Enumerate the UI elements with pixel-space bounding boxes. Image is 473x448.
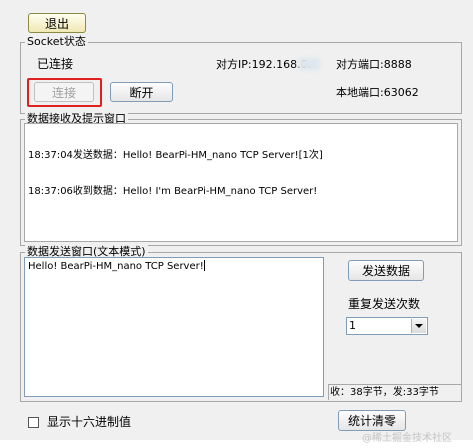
byte-stats: 收：38字节，发:33字节 xyxy=(330,387,439,398)
remote-ip-label: 对方IP:192.168.0. xyxy=(216,58,312,71)
repeat-count-label: 重复发送次数 xyxy=(348,297,421,311)
send-textarea[interactable]: Hello! BearPi-HM_nano TCP Server! xyxy=(24,257,324,397)
exit-button[interactable]: 退出 xyxy=(28,13,86,33)
send-data-button[interactable]: 发送数据 xyxy=(348,260,424,281)
connect-button[interactable]: 连接 xyxy=(34,82,94,102)
local-port-label: 本地端口:63062 xyxy=(336,86,419,99)
disconnect-button[interactable]: 断开 xyxy=(110,82,173,102)
receive-log[interactable]: 18:37:04发送数据：Hello! BearPi-HM_nano TCP S… xyxy=(24,123,458,242)
text-caret xyxy=(203,260,205,271)
send-text: Hello! BearPi-HM_nano TCP Server! xyxy=(28,261,204,272)
log-line: 18:37:04发送数据：Hello! BearPi-HM_nano TCP S… xyxy=(28,150,323,161)
connection-status: 已连接 xyxy=(37,57,74,71)
socket-status-legend: Socket状态 xyxy=(25,35,88,49)
repeat-count-select[interactable]: 1 xyxy=(346,317,428,335)
log-line: 18:37:06收到数据：Hello! I'm BearPi-HM_nano T… xyxy=(28,186,318,197)
repeat-count-value: 1 xyxy=(349,319,356,332)
remote-port-label: 对方端口:8888 xyxy=(336,58,412,71)
dropdown-arrow-icon[interactable] xyxy=(411,319,426,333)
hex-display-checkbox[interactable] xyxy=(28,417,39,428)
redacted-ip-mask xyxy=(298,58,320,70)
hex-display-label: 显示十六进制值 xyxy=(47,415,132,429)
watermark-text: @稀土掘金技术社区 xyxy=(362,433,452,444)
clear-stats-button[interactable]: 统计清零 xyxy=(338,410,406,431)
